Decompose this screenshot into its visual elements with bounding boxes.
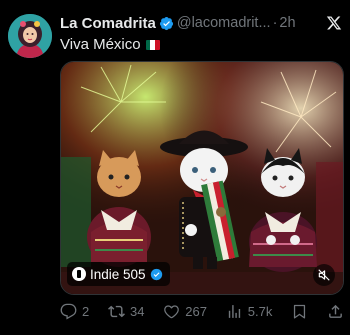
mute-icon: [318, 269, 330, 281]
share-icon: [329, 304, 342, 318]
post-time[interactable]: 2h: [279, 15, 295, 31]
separator-dot: ·: [272, 15, 278, 31]
video-frame: [61, 62, 343, 294]
verified-badge-icon: [159, 16, 173, 30]
retweet-icon: [108, 305, 125, 317]
x-logo-icon: [326, 16, 342, 30]
mute-button[interactable]: [313, 264, 335, 286]
mexico-flag-emoji: [145, 39, 160, 50]
reply-count: 2: [82, 303, 90, 319]
video-player[interactable]: Indie 505: [60, 61, 344, 295]
retweet-button[interactable]: 34: [108, 303, 145, 320]
verified-badge-icon: [150, 268, 162, 280]
tweet-text: Viva México: [60, 36, 160, 53]
action-bar: 2 34 267 5.7k: [60, 299, 344, 323]
channel-avatar-icon: [72, 267, 86, 281]
retweet-count: 34: [130, 303, 145, 319]
author-handle[interactable]: @lacomadrit...: [177, 15, 271, 31]
tweet-text-content: Viva México: [60, 36, 141, 53]
share-button[interactable]: [327, 303, 344, 320]
avatar[interactable]: [8, 14, 52, 58]
reply-button[interactable]: 2: [60, 303, 89, 320]
views-count: 5.7k: [247, 303, 273, 319]
bookmark-icon: [294, 304, 306, 319]
bookmark-button[interactable]: [291, 303, 308, 320]
like-button[interactable]: 267: [163, 303, 207, 320]
author-name[interactable]: La Comadrita: [60, 15, 156, 32]
heart-icon: [164, 304, 180, 318]
views-button[interactable]: 5.7k: [226, 303, 273, 320]
channel-badge[interactable]: Indie 505: [67, 262, 170, 286]
avatar-image: [8, 14, 52, 58]
reply-icon: [60, 303, 77, 319]
tweet-header: La Comadrita @lacomadrit... · 2h: [60, 12, 342, 34]
like-count: 267: [185, 303, 207, 319]
channel-name: Indie 505: [90, 266, 146, 282]
views-icon: [228, 304, 240, 318]
